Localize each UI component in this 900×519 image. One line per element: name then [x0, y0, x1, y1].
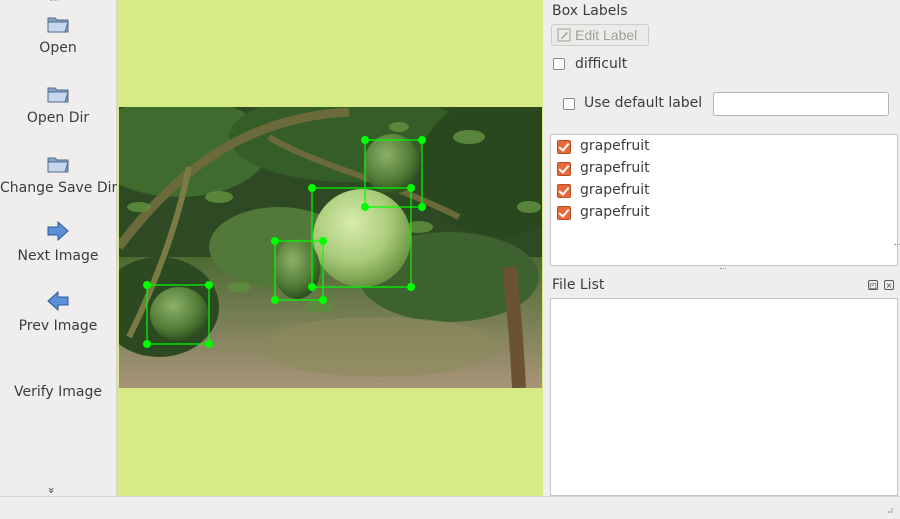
- toolbar: Open Open Dir Change Save Dir Next Image…: [0, 0, 117, 496]
- folder-icon: [47, 17, 69, 33]
- label-visible-checkbox[interactable]: [557, 184, 571, 198]
- dock-splitter-handle[interactable]: [720, 268, 726, 272]
- toolbar-more-chevron-icon[interactable]: »: [45, 487, 58, 494]
- change-save-dir-label: Change Save Dir: [0, 180, 118, 196]
- next-image-button[interactable]: Next Image: [0, 218, 116, 264]
- edit-label-button[interactable]: Edit Label: [551, 24, 649, 46]
- open-dir-button[interactable]: Open Dir: [0, 80, 116, 126]
- difficult-label: difficult: [575, 56, 628, 72]
- label-text: grapefruit: [580, 138, 650, 154]
- open-dir-label: Open Dir: [26, 110, 90, 126]
- arrow-left-icon: [47, 290, 69, 312]
- close-dock-icon[interactable]: ×: [884, 280, 894, 290]
- status-bar: [0, 496, 900, 519]
- label-visible-checkbox[interactable]: [557, 206, 571, 220]
- arrow-right-icon: [47, 220, 69, 242]
- prev-image-button[interactable]: Prev Image: [0, 288, 116, 334]
- label-visible-checkbox[interactable]: [557, 140, 571, 154]
- file-list[interactable]: [550, 298, 898, 496]
- use-default-label-text: Use default label: [584, 95, 703, 111]
- edit-label-text: Edit Label: [575, 27, 638, 43]
- open-label: Open: [39, 40, 77, 56]
- float-dock-icon[interactable]: ◰: [868, 280, 878, 290]
- file-list-title: File List: [552, 277, 605, 293]
- prev-image-label: Prev Image: [18, 318, 98, 334]
- edit-icon: [557, 28, 571, 42]
- default-label-input[interactable]: [713, 92, 889, 116]
- verify-image-button[interactable]: Verify Image: [0, 384, 116, 400]
- verify-image-label: Verify Image: [13, 384, 102, 400]
- next-image-label: Next Image: [17, 248, 99, 264]
- grapefruit-orchard-photo: [119, 107, 542, 388]
- box-labels-title: Box Labels: [552, 3, 628, 19]
- dock-edge-handle[interactable]: [894, 244, 900, 248]
- label-text: grapefruit: [580, 182, 650, 198]
- folder-icon: [47, 87, 69, 103]
- label-text: grapefruit: [580, 204, 650, 220]
- folder-icon: [47, 157, 69, 173]
- toolbar-grip[interactable]: [50, 0, 58, 5]
- change-save-dir-button[interactable]: Change Save Dir: [0, 150, 118, 196]
- label-text: grapefruit: [580, 160, 650, 176]
- open-button[interactable]: Open: [0, 10, 116, 56]
- label-visible-checkbox[interactable]: [557, 162, 571, 176]
- use-default-label-checkbox[interactable]: [563, 98, 575, 110]
- resize-grip-icon[interactable]: [884, 507, 894, 515]
- image-canvas[interactable]: [117, 0, 543, 496]
- image-photo[interactable]: [119, 107, 542, 388]
- label-list[interactable]: grapefruit grapefruit grapefruit grapefr…: [550, 134, 898, 266]
- difficult-checkbox[interactable]: [553, 58, 565, 70]
